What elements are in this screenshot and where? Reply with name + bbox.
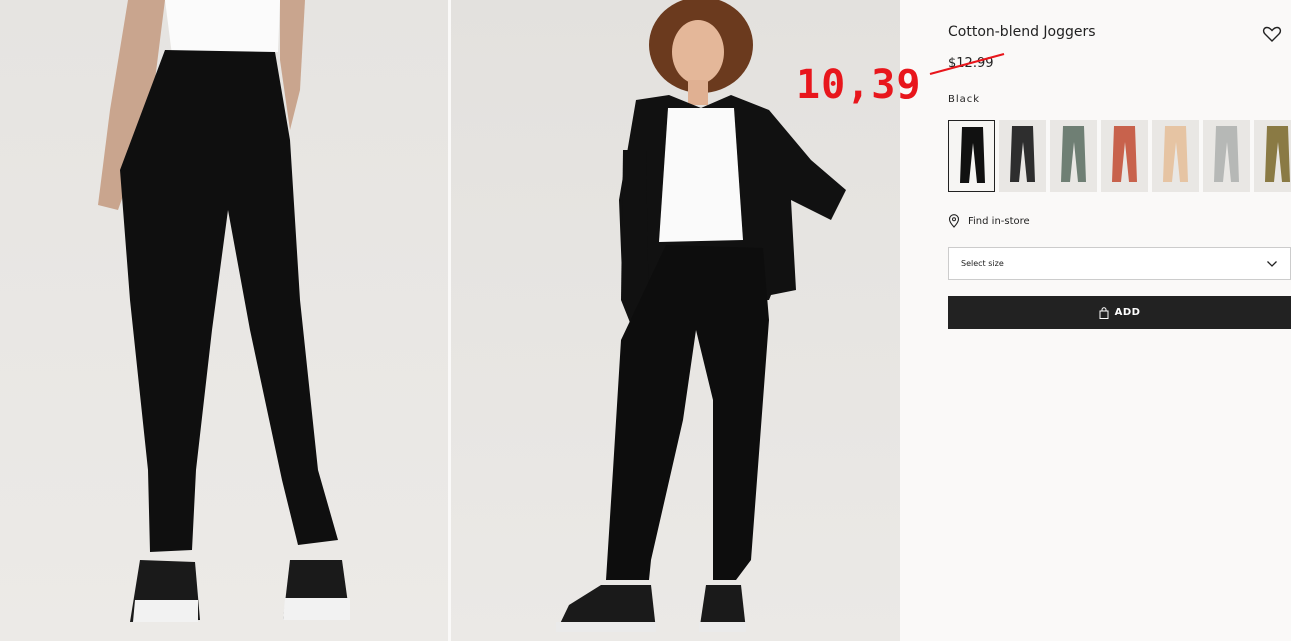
swatch-pants-icon: [1061, 126, 1086, 182]
old-price: $12.99: [948, 56, 994, 71]
color-swatch-sage-green[interactable]: [1050, 120, 1097, 192]
swatch-pants-icon: [960, 127, 985, 183]
color-swatch-black[interactable]: [948, 120, 995, 192]
swatch-pants-icon: [1163, 126, 1188, 182]
color-swatch-khaki[interactable]: [1254, 120, 1291, 192]
product-image-back[interactable]: [0, 0, 448, 641]
swatch-pants-icon: [1010, 126, 1035, 182]
size-select-label: Select size: [961, 259, 1004, 268]
heart-icon[interactable]: [1262, 24, 1282, 44]
chevron-down-icon: [1267, 260, 1277, 267]
selected-color-name: Black: [948, 94, 981, 105]
add-to-bag-button[interactable]: ADD: [948, 296, 1291, 329]
color-swatch-rust[interactable]: [1101, 120, 1148, 192]
color-swatch-dark-gray[interactable]: [999, 120, 1046, 192]
swatch-pants-icon: [1214, 126, 1239, 182]
color-swatch-beige[interactable]: [1152, 120, 1199, 192]
color-swatch-light-gray[interactable]: [1203, 120, 1250, 192]
product-image-back-illustration: [98, 0, 350, 622]
swatch-pants-icon: [1265, 126, 1290, 182]
location-pin-icon: [948, 214, 960, 228]
product-title: Cotton-blend Joggers: [948, 24, 1096, 40]
size-select[interactable]: Select size: [948, 247, 1291, 280]
find-in-store-link[interactable]: Find in-store: [948, 214, 1030, 228]
product-info-panel: Cotton-blend Joggers $12.99 10,39 Black …: [796, 0, 1291, 641]
add-button-label: ADD: [1114, 307, 1141, 318]
color-swatch-list: [948, 120, 1291, 192]
shopping-bag-icon: [1099, 306, 1109, 319]
find-in-store-label: Find in-store: [968, 215, 1030, 227]
new-price-annotation: 10,39: [796, 62, 922, 108]
swatch-pants-icon: [1112, 126, 1137, 182]
